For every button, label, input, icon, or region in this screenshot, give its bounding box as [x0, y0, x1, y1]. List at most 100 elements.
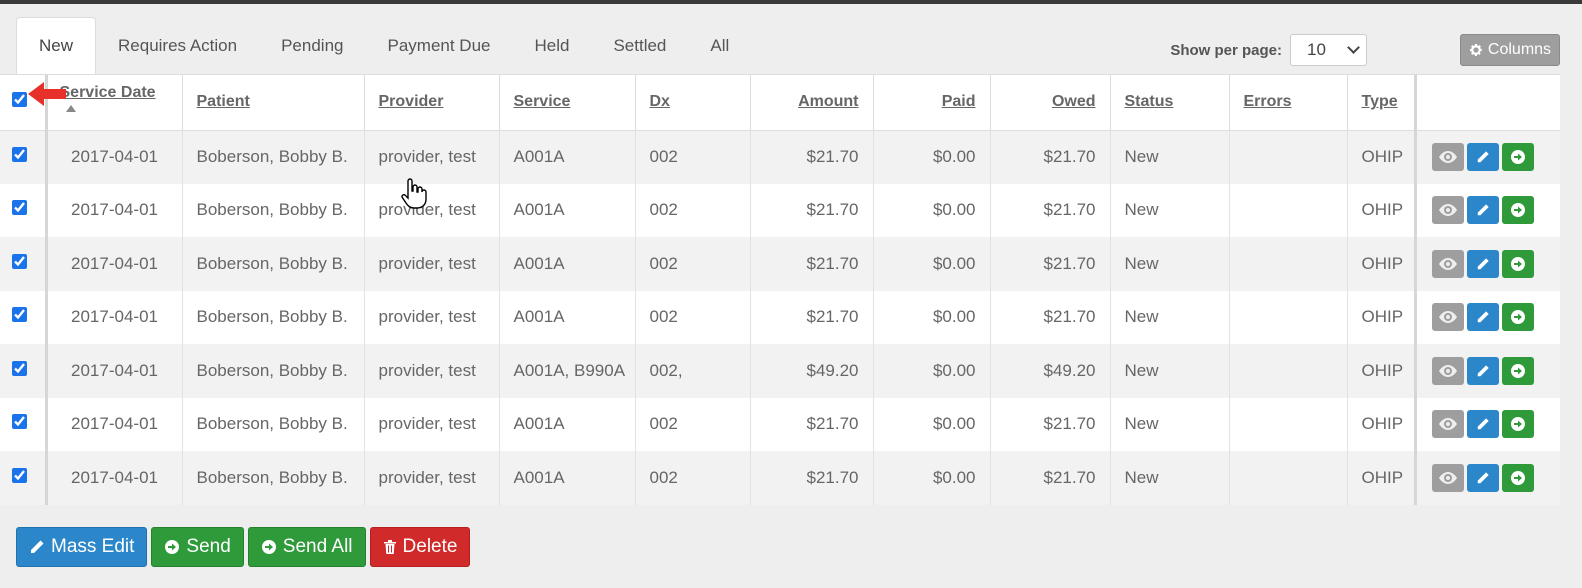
cell-status: New	[1110, 237, 1230, 291]
send-row-button[interactable]	[1501, 410, 1534, 439]
edit-button[interactable]	[1466, 196, 1499, 225]
send-row-button[interactable]	[1501, 196, 1534, 225]
cell-provider: provider, test	[364, 237, 500, 291]
cell-amount: $21.70	[750, 397, 874, 451]
eye-icon	[1438, 418, 1457, 431]
send-all-label: Send All	[282, 536, 353, 557]
cell-status: New	[1110, 290, 1230, 344]
cell-errors	[1229, 183, 1348, 237]
cell-service-date: 2017-04-01	[46, 183, 183, 237]
tab-held[interactable]: Held	[512, 18, 591, 74]
arrow-circle-right-icon	[1510, 417, 1525, 432]
view-button[interactable]	[1431, 143, 1464, 171]
trash-icon	[383, 540, 396, 554]
cell-owed: $21.70	[990, 237, 1111, 291]
cell-errors	[1229, 237, 1348, 291]
table-row[interactable]: 2017-04-01 Boberson, Bobby B. provider, te…	[0, 183, 1560, 237]
row-checkbox[interactable]	[11, 414, 27, 430]
eye-icon	[1438, 311, 1457, 324]
view-button[interactable]	[1431, 356, 1464, 385]
edit-button[interactable]	[1466, 410, 1499, 439]
view-button[interactable]	[1431, 463, 1464, 492]
select-all-checkbox[interactable]	[11, 92, 27, 108]
row-actions	[1413, 183, 1560, 237]
row-actions	[1413, 451, 1560, 505]
cell-service-date: 2017-04-01	[46, 237, 183, 291]
row-select-cell	[0, 183, 48, 237]
cell-errors	[1229, 290, 1348, 344]
row-checkbox[interactable]	[11, 467, 27, 483]
cell-errors	[1229, 344, 1348, 398]
row-select-cell	[0, 237, 48, 291]
cell-errors	[1229, 130, 1348, 184]
delete-button[interactable]: Delete	[369, 527, 471, 567]
send-row-button[interactable]	[1501, 463, 1534, 492]
table-row[interactable]: 2017-04-01 Boberson, Bobby B. provider, te…	[0, 290, 1560, 344]
header-status[interactable]: Status	[1110, 75, 1230, 131]
edit-button[interactable]	[1466, 356, 1499, 385]
header-amount[interactable]: Amount	[750, 75, 874, 131]
tab-payment-due[interactable]: Payment Due	[365, 18, 512, 74]
header-owed[interactable]: Owed	[990, 75, 1111, 131]
header-paid[interactable]: Paid	[873, 75, 991, 131]
cell-status: New	[1110, 451, 1230, 505]
pencil-icon	[1477, 365, 1489, 376]
view-button[interactable]	[1431, 249, 1464, 278]
cell-type: OHIP	[1347, 183, 1416, 237]
edit-button[interactable]	[1466, 143, 1499, 171]
tab-all[interactable]: All	[688, 18, 751, 74]
mass-edit-button[interactable]: Mass Edit	[16, 527, 148, 567]
status-tabs: New Requires Action Pending Payment Due …	[16, 17, 751, 74]
cell-owed: $21.70	[990, 290, 1111, 344]
row-checkbox[interactable]	[11, 253, 27, 269]
tab-new[interactable]: New	[16, 17, 97, 74]
tab-pending[interactable]: Pending	[259, 18, 365, 74]
cell-service-date: 2017-04-01	[46, 130, 183, 184]
tab-requires-action[interactable]: Requires Action	[96, 18, 259, 74]
cell-dx: 002	[635, 397, 751, 451]
hand-cursor-icon	[401, 178, 427, 209]
cell-paid: $0.00	[873, 451, 991, 505]
header-errors[interactable]: Errors	[1229, 75, 1348, 131]
cell-service-date: 2017-04-01	[46, 290, 183, 344]
send-row-button[interactable]	[1501, 356, 1534, 385]
header-type[interactable]: Type	[1347, 75, 1416, 131]
table-row[interactable]: 2017-04-01 Boberson, Bobby B. provider, te…	[0, 344, 1560, 398]
cell-dx: 002	[635, 130, 751, 184]
header-service[interactable]: Service	[499, 75, 636, 131]
row-checkbox[interactable]	[11, 360, 27, 376]
header-patient[interactable]: Patient	[182, 75, 365, 131]
send-row-button[interactable]	[1501, 249, 1534, 278]
edit-button[interactable]	[1466, 463, 1499, 492]
cell-amount: $21.70	[750, 451, 874, 505]
cell-errors	[1229, 451, 1348, 505]
cell-service: A001A	[499, 397, 636, 451]
row-checkbox[interactable]	[11, 200, 27, 216]
row-checkbox[interactable]	[11, 307, 27, 323]
cell-amount: $21.70	[750, 237, 874, 291]
columns-button[interactable]: Columns	[1460, 34, 1560, 66]
send-button[interactable]: Send	[151, 527, 244, 567]
send-all-button[interactable]: Send All	[247, 527, 366, 567]
view-button[interactable]	[1431, 410, 1464, 439]
table-row[interactable]: 2017-04-01 Boberson, Bobby B. provider, te…	[0, 237, 1560, 291]
edit-button[interactable]	[1466, 249, 1499, 278]
mass-edit-label: Mass Edit	[51, 536, 135, 557]
tab-settled[interactable]: Settled	[591, 18, 688, 74]
view-button[interactable]	[1431, 196, 1464, 225]
table-row[interactable]: 2017-04-01 Boberson, Bobby B. provider, te…	[0, 397, 1560, 451]
table-row[interactable]: 2017-04-01 Boberson, Bobby B. provider, te…	[0, 130, 1560, 184]
header-dx[interactable]: Dx	[635, 75, 751, 131]
table-row[interactable]: 2017-04-01 Boberson, Bobby B. provider, te…	[0, 451, 1560, 505]
cell-owed: $21.70	[990, 451, 1111, 505]
send-row-button[interactable]	[1501, 303, 1534, 332]
cell-provider: provider, test	[364, 344, 500, 398]
edit-button[interactable]	[1466, 303, 1499, 332]
per-page-select[interactable]: 10	[1290, 34, 1367, 66]
cell-paid: $0.00	[873, 397, 991, 451]
row-checkbox[interactable]	[11, 147, 27, 162]
view-button[interactable]	[1431, 303, 1464, 332]
header-provider[interactable]: Provider	[364, 75, 500, 131]
send-row-button[interactable]	[1501, 143, 1534, 171]
cell-type: OHIP	[1347, 397, 1416, 451]
